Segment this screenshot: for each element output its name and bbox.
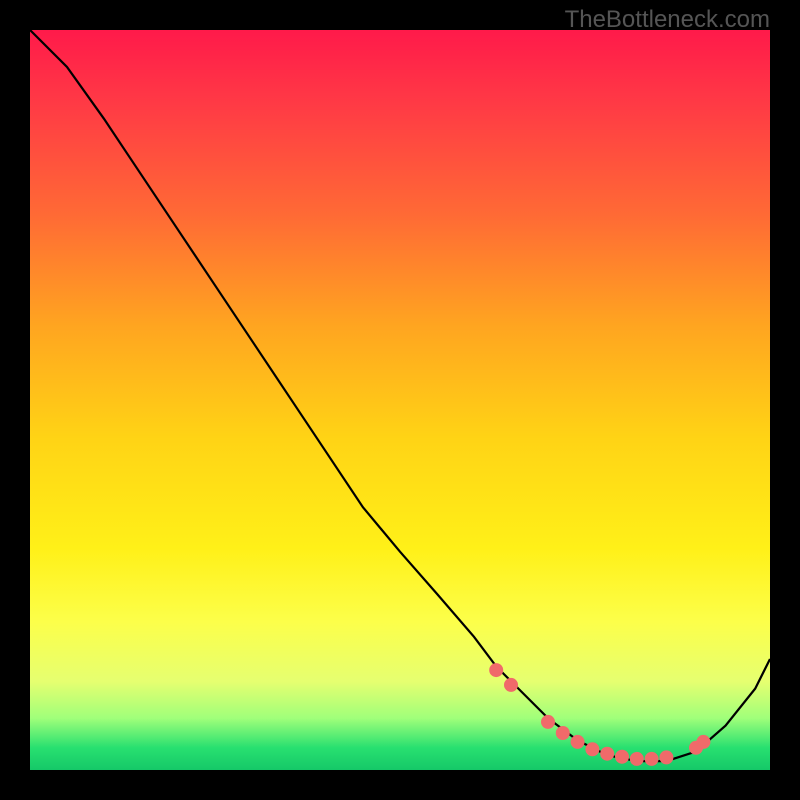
marker-point [556, 726, 570, 740]
marker-point [541, 715, 555, 729]
chart-svg [30, 30, 770, 770]
marker-point [504, 678, 518, 692]
curve-line [30, 30, 770, 761]
marker-point [600, 747, 614, 761]
marker-point [659, 750, 673, 764]
chart-container: TheBottleneck.com [0, 0, 800, 800]
marker-point [645, 752, 659, 766]
marker-point [615, 750, 629, 764]
marker-point [489, 663, 503, 677]
marker-point [571, 735, 585, 749]
marker-point [585, 742, 599, 756]
watermark-text: TheBottleneck.com [565, 6, 770, 34]
marker-point [696, 735, 710, 749]
marker-point [630, 752, 644, 766]
plot-area [30, 30, 770, 770]
